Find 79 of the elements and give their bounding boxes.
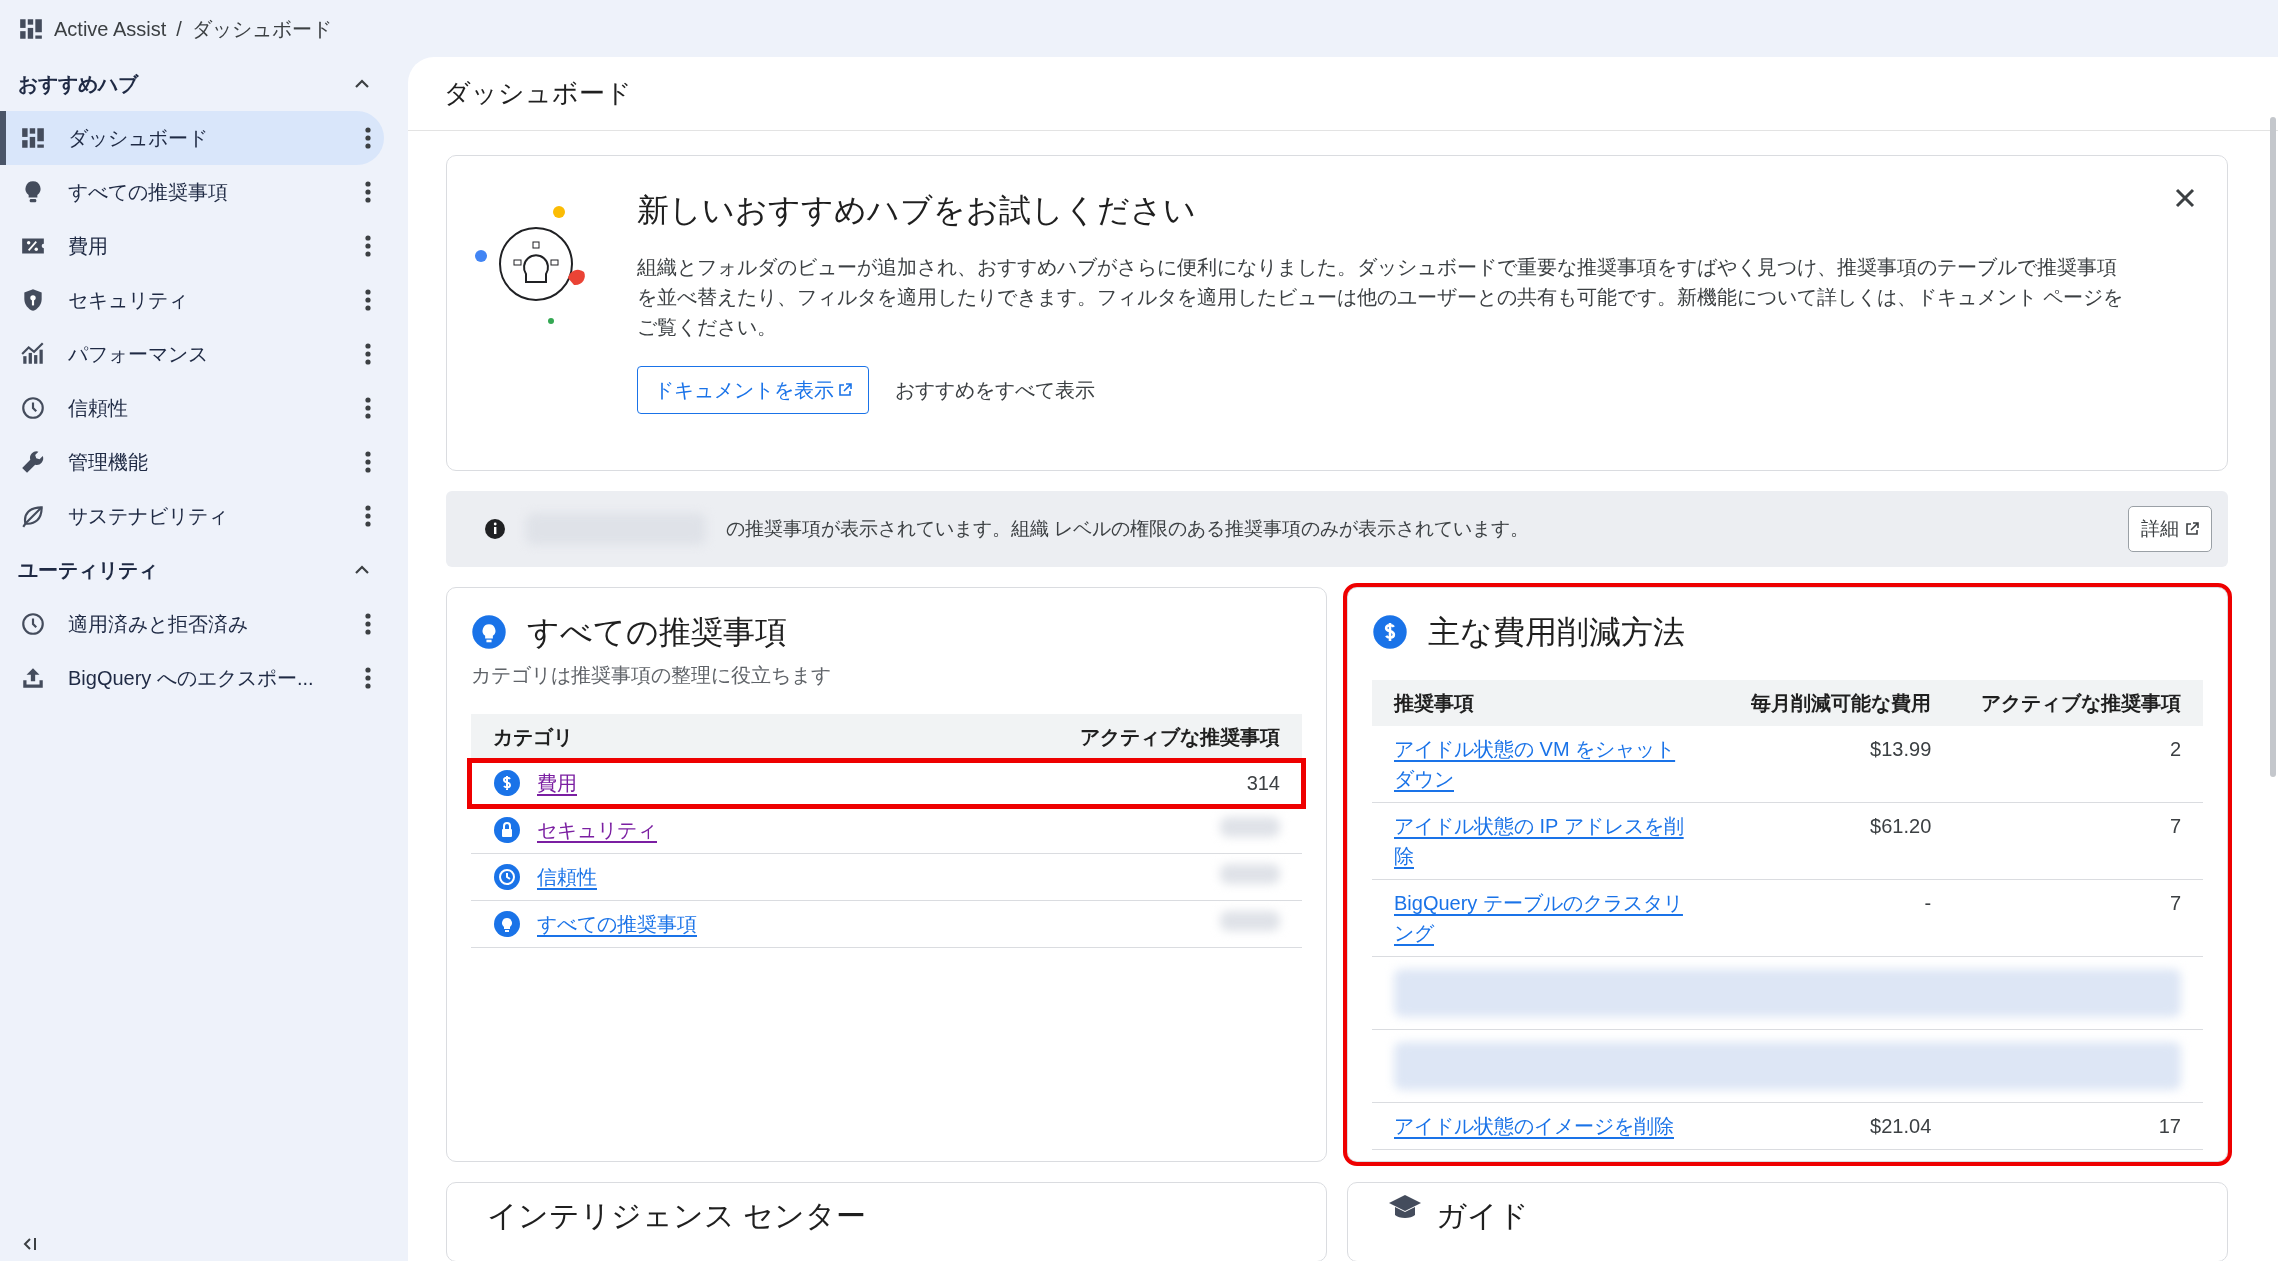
leaf-icon (20, 503, 46, 529)
page-title: ダッシュボード (408, 57, 2278, 131)
more-menu-icon[interactable] (364, 503, 372, 529)
view-all-button[interactable]: おすすめをすべて表示 (885, 370, 1105, 410)
more-menu-icon[interactable] (364, 341, 372, 367)
docs-button[interactable]: ドキュメントを表示 (637, 366, 869, 414)
cost-text: $21.04 (1724, 1102, 1954, 1150)
info-text: の推奨事項が表示されています。組織 レベルの権限のある推奨事項のみが表示されています。 (726, 516, 1530, 541)
sidebar-item[interactable]: パフォーマンス (0, 327, 384, 381)
count-text: 314 (1246, 772, 1280, 794)
count-text: 7 (1953, 802, 2203, 880)
sidebar-item[interactable]: サステナビリティ (0, 489, 384, 543)
column-header: アクティブな推奨事項 (1953, 680, 2203, 726)
lightbulb-icon (493, 910, 521, 938)
dollar-icon (1372, 614, 1408, 650)
category-link[interactable]: すべての推奨事項 (537, 909, 697, 939)
blurred-area (1220, 911, 1280, 931)
recommendation-link[interactable]: アイドル状態の VM をシャットダウン (1394, 734, 1694, 794)
info-icon (484, 518, 506, 540)
card-title: すべての推奨事項 (527, 613, 787, 652)
column-header: カテゴリ (471, 714, 890, 760)
sidebar-group-title: ユーティリティ (18, 558, 158, 583)
sidebar-item[interactable]: 費用 (0, 219, 384, 273)
sidebar-item[interactable]: 管理機能 (0, 435, 384, 489)
blurred-area (1220, 817, 1280, 837)
cost-text: $13.99 (1724, 726, 1954, 803)
dashboard-icon (20, 125, 46, 151)
section-title: ガイド (1436, 1198, 1529, 1234)
count-text: 17 (1953, 1102, 2203, 1150)
promo-text: 組織とフォルダのビューが追加され、おすすめハブがさらに便利になりました。ダッシュボードで重要な推奨事項をすばやく見つけ、推奨事項のテーブルで推奨事項を並べ替えたり、フィルタを適用したりできます。フィルタを適用したビューは他のユーザーとの共有も可能です。新機能について詳しくは、ドキュメント ページをご覧ください。 (637, 255, 2124, 340)
column-header: 毎月削減可能な費用 (1724, 680, 1954, 726)
sidebar-group-title: おすすめハブ (18, 72, 138, 97)
external-link-icon (838, 383, 852, 397)
more-menu-icon[interactable] (364, 287, 372, 313)
more-menu-icon[interactable] (364, 179, 372, 205)
clock-icon (493, 863, 521, 891)
details-button[interactable]: 詳細 (2128, 505, 2212, 553)
card-title: 主な費用削減方法 (1428, 613, 1685, 652)
promo-title: 新しいおすすめハブをお試しください (637, 191, 1197, 230)
sidebar-item[interactable]: すべての推奨事項 (0, 165, 384, 219)
sidebar-item[interactable]: BigQuery へのエクスポー... (0, 651, 384, 705)
lightbulb-icon (471, 614, 507, 650)
count-text: 7 (1953, 879, 2203, 957)
category-link[interactable]: 費用 (537, 768, 577, 798)
clock-icon (20, 611, 46, 637)
more-menu-icon[interactable] (364, 611, 372, 637)
sidebar-item[interactable]: ダッシュボード (0, 111, 384, 165)
wrench-icon (20, 449, 46, 475)
more-menu-icon[interactable] (364, 449, 372, 475)
column-header: 推奨事項 (1372, 680, 1725, 726)
cost-text: $61.20 (1724, 802, 1954, 880)
column-header: アクティブな推奨事項 (889, 714, 1302, 760)
recommendation-link[interactable]: アイドル状態の IP アドレスを削除 (1394, 811, 1694, 871)
more-menu-icon[interactable] (364, 233, 372, 259)
card-subtitle: カテゴリは推奨事項の整理に役立ちます (471, 663, 832, 688)
sidebar-item[interactable]: 信頼性 (0, 381, 384, 435)
count-text: 2 (1953, 726, 2203, 803)
external-link-icon (2185, 522, 2199, 536)
close-icon[interactable] (2173, 186, 2197, 210)
category-link[interactable]: セキュリティ (537, 815, 657, 845)
sidebar-item[interactable]: 適用済みと拒否済み (0, 597, 384, 651)
recommendation-link[interactable]: BigQuery テーブルのクラスタリング (1394, 888, 1694, 948)
sidebar-item[interactable]: セキュリティ (0, 273, 384, 327)
recommendation-link[interactable]: アイドル状態のイメージを削除 (1394, 1111, 1694, 1141)
dollar-icon (493, 769, 521, 797)
category-link[interactable]: 信頼性 (537, 862, 597, 892)
breadcrumb-current: ダッシュボード (191, 16, 332, 42)
scrollbar[interactable] (2270, 117, 2276, 777)
lock-icon (493, 816, 521, 844)
clock-icon (20, 395, 46, 421)
bar-chart-icon (20, 341, 46, 367)
more-menu-icon[interactable] (364, 665, 372, 691)
more-menu-icon[interactable] (364, 395, 372, 421)
section-title: インテリジェンス センター (487, 1198, 867, 1234)
cost-text: - (1724, 879, 1954, 957)
more-menu-icon[interactable] (364, 125, 372, 151)
breadcrumb-link[interactable]: Active Assist (54, 13, 167, 44)
breadcrumb-separator: / (176, 16, 182, 42)
blurred-area (1220, 864, 1280, 884)
